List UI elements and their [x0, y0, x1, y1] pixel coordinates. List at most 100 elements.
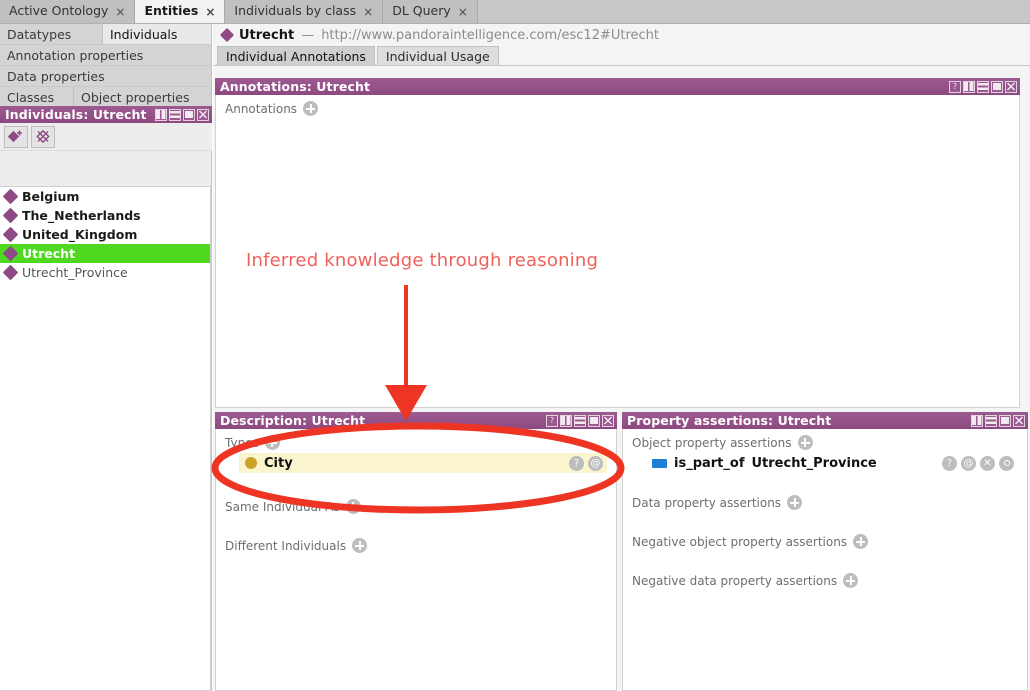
annotation-icon[interactable]: @	[961, 455, 976, 471]
split-icon[interactable]	[971, 414, 983, 427]
add-different-individuals-button[interactable]	[352, 538, 368, 553]
entity-tab-object-properties[interactable]: Object properties	[74, 87, 212, 107]
tab-individual-usage[interactable]: Individual Usage	[376, 46, 499, 65]
close-icon[interactable]: ×	[458, 6, 468, 18]
help-icon[interactable]: ?	[546, 414, 558, 427]
add-type-button[interactable]	[264, 435, 280, 450]
property-assertions-panel-title: Property assertions: Utrecht	[627, 413, 832, 428]
annotations-panel: Annotations: Utrecht ? Annotations	[215, 78, 1020, 408]
annotations-section: Annotations	[216, 95, 1019, 116]
description-panel: Description: Utrecht ? Types City ? @ Sa…	[215, 412, 617, 691]
entity-tab-label: Classes	[7, 89, 55, 105]
list-item-label: United_Kingdom	[22, 227, 138, 242]
class-circle-icon	[245, 457, 257, 469]
entity-tab-datatypes[interactable]: Datatypes	[0, 24, 103, 44]
tab-dl-query[interactable]: DL Query ×	[383, 0, 478, 23]
list-item-selected[interactable]: Utrecht	[0, 244, 210, 263]
panel-header-buttons: ?	[949, 80, 1017, 93]
sub-tab-label: Individual Annotations	[226, 48, 366, 64]
annotation-text: Inferred knowledge through reasoning	[246, 250, 599, 271]
tab-entities[interactable]: Entities ×	[135, 0, 226, 23]
individual-diamond-icon	[2, 207, 19, 224]
list-item-label: Utrecht	[22, 246, 76, 261]
add-same-individual-button[interactable]	[345, 499, 361, 514]
list-item-label: Belgium	[22, 189, 80, 204]
minimize-icon[interactable]	[574, 414, 586, 427]
entity-tab-label: Datatypes	[7, 26, 72, 42]
tab-label: Entities	[144, 3, 199, 19]
list-item-label: Utrecht_Province	[22, 265, 128, 280]
maximize-icon[interactable]	[183, 108, 195, 121]
add-data-property-assertion-button[interactable]	[787, 495, 803, 510]
split-icon[interactable]	[963, 80, 975, 93]
entity-tab-individuals[interactable]: Individuals	[103, 24, 212, 44]
add-individual-button[interactable]	[4, 125, 28, 148]
tab-individual-annotations[interactable]: Individual Annotations	[217, 46, 375, 65]
minimize-icon[interactable]	[169, 108, 181, 121]
add-negative-data-property-assertion-button[interactable]	[843, 573, 859, 588]
list-item[interactable]: The_Netherlands	[0, 206, 210, 225]
tab-bar-filler	[477, 0, 1030, 23]
type-row-city[interactable]: City ? @	[239, 453, 607, 473]
close-icon[interactable]	[1013, 414, 1025, 427]
delete-icon[interactable]: ✕	[980, 455, 995, 471]
tab-individuals-by-class[interactable]: Individuals by class ×	[225, 0, 384, 23]
section-label-text: Negative data property assertions	[632, 573, 838, 588]
individual-diamond-icon	[2, 245, 19, 262]
description-panel-title: Description: Utrecht	[220, 413, 366, 428]
maximize-icon[interactable]	[588, 414, 600, 427]
entity-tab-label: Object properties	[81, 89, 190, 105]
assertion-property-label: is_part_of	[674, 455, 745, 471]
tab-label: DL Query	[392, 3, 451, 19]
types-section-label: Types	[216, 429, 616, 450]
tab-active-ontology[interactable]: Active Ontology ×	[0, 0, 136, 23]
list-item[interactable]: United_Kingdom	[0, 225, 210, 244]
help-icon[interactable]: ?	[949, 80, 961, 93]
close-icon[interactable]: ×	[205, 6, 215, 18]
add-annotation-button[interactable]	[303, 101, 319, 116]
annotation-icon[interactable]: @	[588, 455, 603, 471]
description-panel-header: Description: Utrecht ?	[215, 412, 617, 429]
section-label-text: Same Individual As	[225, 499, 340, 514]
maximize-icon[interactable]	[999, 414, 1011, 427]
help-icon[interactable]: ?	[569, 455, 584, 471]
close-icon[interactable]	[197, 108, 209, 121]
panel-header-buttons	[971, 414, 1025, 427]
add-object-property-assertion-button[interactable]	[797, 435, 813, 450]
individual-sub-tabs: Individual Annotations Individual Usage	[213, 46, 1030, 66]
minimize-icon[interactable]	[985, 414, 997, 427]
object-property-assertion-row[interactable]: is_part_of Utrecht_Province ? @ ✕	[646, 453, 1018, 473]
section-label-text: Negative object property assertions	[632, 534, 848, 549]
split-icon[interactable]	[560, 414, 572, 427]
close-icon[interactable]: ×	[363, 6, 373, 18]
property-assertions-panel-body: Object property assertions is_part_of Ut…	[622, 429, 1028, 691]
maximize-icon[interactable]	[991, 80, 1003, 93]
negative-object-property-assertions-section-label: Negative object property assertions	[623, 510, 1027, 549]
assertion-row-content: is_part_of Utrecht_Province	[652, 456, 942, 471]
minimize-icon[interactable]	[977, 80, 989, 93]
list-item[interactable]: Utrecht_Province	[0, 263, 210, 282]
entity-tab-data-properties[interactable]: Data properties	[0, 66, 212, 86]
close-icon[interactable]	[602, 414, 614, 427]
section-label-text: Data property assertions	[632, 495, 782, 510]
individuals-panel-title: Individuals: Utrecht	[5, 107, 147, 122]
entity-tab-classes[interactable]: Classes	[0, 87, 74, 107]
annotations-panel-title: Annotations: Utrecht	[220, 79, 371, 94]
entity-tab-annotation-properties[interactable]: Annotation properties	[0, 45, 212, 65]
individuals-list[interactable]: Belgium The_Netherlands United_Kingdom U…	[0, 186, 211, 691]
edit-icon[interactable]	[999, 455, 1014, 471]
split-icon[interactable]	[155, 108, 167, 121]
close-icon[interactable]	[1005, 80, 1017, 93]
tab-label: Active Ontology	[9, 3, 109, 19]
list-item[interactable]: Belgium	[0, 187, 210, 206]
type-row-buttons: ? @	[569, 455, 603, 471]
individual-diamond-icon	[2, 188, 19, 205]
assertion-row-buttons: ? @ ✕	[942, 455, 1014, 471]
individual-diamond-icon	[2, 264, 19, 281]
delete-individual-button[interactable]	[31, 125, 55, 148]
add-negative-object-property-assertion-button[interactable]	[853, 534, 869, 549]
help-icon[interactable]: ?	[942, 455, 957, 471]
close-icon[interactable]: ×	[115, 6, 125, 18]
same-individual-as-section-label: Same Individual As	[216, 473, 616, 514]
type-row-content: City	[245, 456, 569, 471]
